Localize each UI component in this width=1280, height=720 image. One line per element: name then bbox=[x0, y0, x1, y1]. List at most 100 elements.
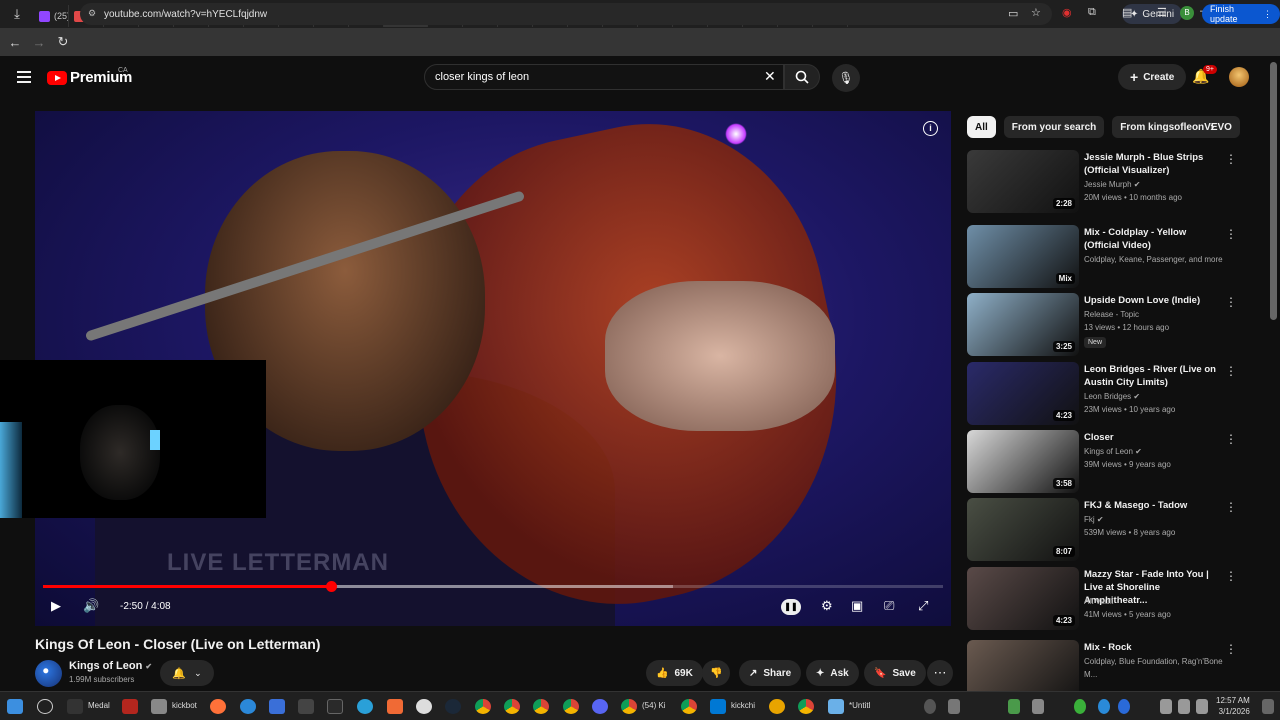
play-icon[interactable]: ▶ bbox=[51, 598, 61, 614]
bookmark-star-icon[interactable]: ☆ bbox=[1031, 6, 1041, 19]
channel-name[interactable]: Kings of Leon ✔ bbox=[69, 660, 152, 672]
tray-icon-4[interactable] bbox=[1032, 699, 1044, 714]
taskview-icon[interactable] bbox=[37, 699, 53, 714]
bluetooth-icon[interactable] bbox=[1118, 699, 1130, 714]
video-thumbnail[interactable]: 4:23 bbox=[967, 362, 1079, 425]
more-options-icon[interactable]: ⋮ bbox=[1225, 642, 1237, 656]
start-icon[interactable] bbox=[7, 699, 23, 714]
chevron-right-icon[interactable]: › bbox=[1210, 119, 1214, 134]
battery-icon[interactable] bbox=[1196, 699, 1208, 714]
share-button[interactable]: ↗ Share bbox=[739, 660, 802, 686]
more-options-icon[interactable]: ⋮ bbox=[1225, 569, 1237, 583]
more-options-icon[interactable]: ⋮ bbox=[1225, 364, 1237, 378]
video-thumbnail[interactable]: 8:07 bbox=[967, 498, 1079, 561]
account-avatar[interactable] bbox=[1229, 67, 1249, 87]
system-clock[interactable]: 12:57 AM 3/1/2026 bbox=[1216, 695, 1250, 717]
more-options-icon[interactable]: ⋮ bbox=[1225, 227, 1237, 241]
app-icon-red[interactable] bbox=[122, 699, 138, 714]
search-input[interactable]: closer kings of leon bbox=[424, 64, 784, 90]
network-icon[interactable] bbox=[1160, 699, 1172, 714]
browser-tab[interactable]: (25) bbox=[34, 5, 69, 27]
tray-icon-2[interactable] bbox=[948, 699, 960, 714]
more-options-icon[interactable]: ⋮ bbox=[1225, 152, 1237, 166]
tray-icon-1[interactable] bbox=[924, 699, 936, 714]
cast-icon[interactable]: ▭ bbox=[1008, 7, 1018, 20]
recommended-video-title[interactable]: Upside Down Love (Indie) bbox=[1084, 294, 1224, 307]
recommended-video[interactable]: 4:23 Mazzy Star - Fade Into You | Live at… bbox=[967, 567, 1257, 631]
filter-chip[interactable]: From your search bbox=[1003, 116, 1105, 138]
firefox-icon[interactable] bbox=[210, 699, 226, 714]
tray-icon-6[interactable] bbox=[1098, 699, 1110, 714]
app-icon-kickbot[interactable] bbox=[151, 699, 167, 714]
chrome-icon-4[interactable] bbox=[563, 699, 579, 714]
terminal-icon[interactable] bbox=[298, 699, 314, 714]
chrome-icon-5[interactable] bbox=[681, 699, 697, 714]
chrome-icon-2[interactable] bbox=[504, 699, 520, 714]
recommended-video[interactable]: 2:28 Jessie Murph - Blue Strips (Official… bbox=[967, 150, 1257, 214]
cast-icon[interactable]: ⎚ bbox=[884, 598, 894, 614]
recommended-channel[interactable]: Jessie Murph ✔ bbox=[1084, 178, 1234, 191]
chrome-icon-3[interactable] bbox=[533, 699, 549, 714]
recommended-channel[interactable]: Coldplay, Keane, Passenger, and more bbox=[1084, 253, 1234, 266]
volume-icon[interactable]: 🔊 bbox=[83, 598, 99, 614]
recommended-video-title[interactable]: Mix - Rock bbox=[1084, 641, 1224, 654]
notepad-icon[interactable] bbox=[828, 699, 844, 714]
reload-icon[interactable]: ↻ bbox=[51, 34, 75, 50]
app-icon-blue-1[interactable] bbox=[240, 699, 256, 714]
recommended-video-title[interactable]: Jessie Murph - Blue Strips (Official Vis… bbox=[1084, 151, 1224, 177]
recommended-video[interactable]: Mix Mix - Coldplay - Yellow (Official Vid… bbox=[967, 225, 1257, 289]
filter-chip[interactable]: All bbox=[967, 116, 996, 138]
dislike-button[interactable]: 👎 bbox=[702, 660, 731, 686]
like-button[interactable]: 👍 69K bbox=[646, 660, 703, 686]
video-thumbnail[interactable]: 2:28 bbox=[967, 150, 1079, 213]
progress-bar[interactable] bbox=[43, 581, 943, 592]
app-icon-paint[interactable] bbox=[769, 699, 785, 714]
extensions-icon[interactable]: ⧉ bbox=[1088, 6, 1096, 19]
back-icon[interactable]: ← bbox=[3, 35, 27, 50]
recommended-channel[interactable]: Alt Vault bbox=[1084, 595, 1234, 608]
extension-red-icon[interactable]: ◉ bbox=[1062, 6, 1072, 19]
create-button[interactable]: + Create bbox=[1118, 64, 1187, 90]
tab-search-icon[interactable]: ⤓ bbox=[0, 6, 34, 22]
more-actions-icon[interactable]: ⋯ bbox=[927, 660, 953, 686]
app-icon-star[interactable] bbox=[416, 699, 432, 714]
channel-avatar[interactable] bbox=[35, 660, 62, 687]
recommended-channel[interactable]: Leon Bridges ✔ bbox=[1084, 390, 1234, 403]
more-options-icon[interactable]: ⋮ bbox=[1225, 295, 1237, 309]
recommended-video[interactable]: 3:58 Closer Kings of Leon ✔ 39M views • 9 y… bbox=[967, 430, 1257, 494]
reading-list-icon[interactable]: ▤ bbox=[1122, 6, 1132, 19]
video-thumbnail[interactable]: 4:23 bbox=[967, 567, 1079, 630]
steam-icon[interactable] bbox=[445, 699, 461, 714]
recommended-channel[interactable]: Release - Topic bbox=[1084, 308, 1234, 321]
more-options-icon[interactable]: ⋮ bbox=[1225, 500, 1237, 514]
recommended-video-title[interactable]: Closer bbox=[1084, 431, 1224, 444]
forward-icon[interactable]: → bbox=[27, 35, 51, 50]
tab-menu-icon[interactable]: ☰ bbox=[1157, 6, 1167, 19]
video-thumbnail[interactable]: 3:25 bbox=[967, 293, 1079, 356]
recommended-video[interactable]: 8:07 FKJ & Masego - Tadow Fkj ✔ 539M views … bbox=[967, 498, 1257, 562]
recommended-channel[interactable]: Coldplay, Blue Foundation, Rag'n'Bone M.… bbox=[1084, 655, 1234, 681]
video-thumbnail[interactable]: Mix bbox=[967, 225, 1079, 288]
search-button[interactable] bbox=[784, 64, 820, 90]
menu-icon[interactable] bbox=[17, 71, 31, 86]
recommended-video-title[interactable]: Mix - Coldplay - Yellow (Official Video) bbox=[1084, 226, 1224, 252]
recommended-video-title[interactable]: FKJ & Masego - Tadow bbox=[1084, 499, 1224, 512]
cmd-icon[interactable] bbox=[327, 699, 343, 714]
volume-tray-icon[interactable] bbox=[1178, 699, 1190, 714]
settings-gear-icon[interactable]: ⚙ bbox=[821, 598, 833, 614]
telegram-icon[interactable] bbox=[357, 699, 373, 714]
tray-icon-3[interactable] bbox=[1008, 699, 1020, 714]
app-icon-orange[interactable] bbox=[387, 699, 403, 714]
fullscreen-icon[interactable]: ⤢ bbox=[918, 598, 928, 614]
subscription-bell-button[interactable]: 🔔 ⌄ bbox=[160, 660, 214, 686]
recommended-video[interactable]: 3:25 Upside Down Love (Indie) Release - To… bbox=[967, 293, 1257, 357]
autoplay-toggle[interactable]: ❚❚ bbox=[781, 599, 801, 615]
address-bar[interactable]: ⚙ youtube.com/watch?v=hYECLfqjdnw ▭ ☆ bbox=[80, 3, 1052, 25]
finish-update-button[interactable]: Finish update ⋮ bbox=[1202, 4, 1280, 24]
app-icon-blue-2[interactable] bbox=[269, 699, 285, 714]
voice-search-button[interactable]: 🎙 bbox=[832, 64, 860, 92]
info-icon[interactable]: i bbox=[923, 121, 938, 136]
ask-button[interactable]: ✦ Ask bbox=[806, 660, 859, 686]
chrome-icon-1[interactable] bbox=[475, 699, 491, 714]
chrome-icon-active[interactable] bbox=[621, 699, 637, 714]
